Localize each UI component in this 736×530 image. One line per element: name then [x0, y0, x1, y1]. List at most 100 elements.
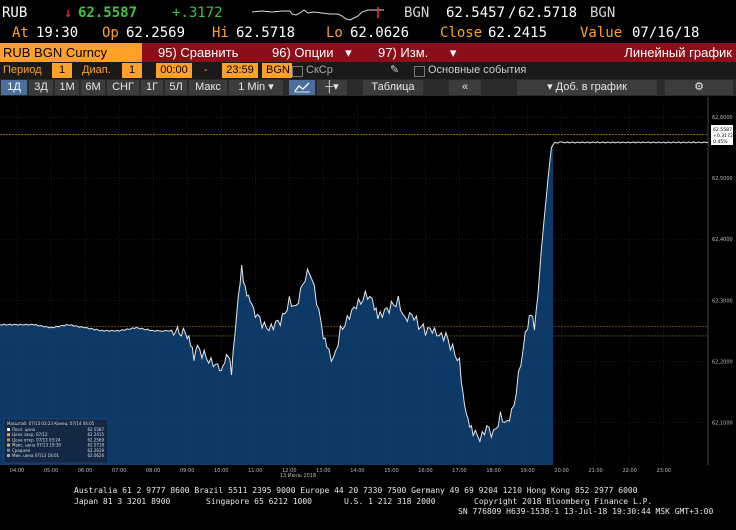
x-tick-label: 17:00: [452, 468, 466, 474]
chevron-down-icon: ▾: [345, 45, 352, 60]
y-tick-label: 62,1000: [712, 420, 733, 426]
price-change: +.3172: [172, 5, 223, 21]
add-to-chart-button[interactable]: ▾ Доб. в график: [517, 80, 657, 95]
x-tick-label: 23:00: [657, 468, 671, 474]
bid-ask-separator: /: [508, 5, 517, 21]
sparkline: [252, 7, 384, 21]
events-checkbox[interactable]: [414, 66, 425, 77]
legend-header: Масштаб: 07/13 03:23 Конец: 07/14 04:05: [7, 421, 95, 426]
footer-japan: Japan 81 3 3201 8900: [74, 497, 171, 506]
security-field[interactable]: RUB BGN Curncy: [0, 43, 142, 62]
ask-price: 62.5718: [518, 5, 578, 21]
quote-row: RUB ↓ 62.5587 +.3172 BGN 62.5457 / 62.57…: [0, 2, 736, 24]
time-dash: -: [204, 64, 208, 76]
open-value: 62.2569: [126, 25, 186, 41]
bid-price: 62.5457: [446, 5, 506, 21]
x-tick-label: 09:00: [180, 468, 194, 474]
low-label: Lo: [326, 25, 343, 41]
x-tick-label: 14:00: [350, 468, 364, 474]
x-tick-label: 18:00: [486, 468, 500, 474]
add-to-chart-label: Доб. в график: [555, 81, 627, 93]
x-tick-label: 05:00: [44, 468, 58, 474]
time-to-field[interactable]: 23:59: [222, 63, 258, 78]
date-label: 13 Июль 2018: [280, 473, 316, 479]
footer-copyright: Copyright 2018 Bloomberg Finance L.P.: [474, 497, 653, 506]
x-tick-label: 06:00: [78, 468, 92, 474]
close-label: Close: [440, 25, 483, 41]
quote-currency-2: BGN: [590, 5, 616, 21]
range-6m-button[interactable]: 6М: [81, 80, 105, 95]
options-label: Опции: [294, 45, 334, 60]
chevron-down-icon: ▾: [547, 81, 553, 93]
chart-type-selector[interactable]: Линейный график: [598, 43, 732, 62]
range-3d-button[interactable]: 3Д: [29, 80, 53, 95]
crosshair-icon[interactable]: ┼▾: [317, 80, 347, 95]
stats-row: At 19:30 Op 62.2569 Hi 62.5718 Lo 62.062…: [0, 24, 736, 42]
source-field[interactable]: BGN: [262, 63, 292, 78]
bidask-checkbox[interactable]: [292, 66, 303, 77]
period-label: Период: [3, 64, 42, 76]
collapse-left-icon[interactable]: «: [449, 80, 481, 95]
range-1m-button[interactable]: 1М: [55, 80, 79, 95]
interval-dropdown[interactable]: 1 Min ▾: [229, 80, 283, 95]
pencil-icon[interactable]: ✎: [390, 63, 399, 78]
legend-value: 62.0626: [87, 453, 104, 458]
x-tick-label: 15:00: [384, 468, 398, 474]
x-tick-label: 11:00: [248, 468, 262, 474]
x-tick-label: 13:00: [316, 468, 330, 474]
range-label: Диап.: [82, 64, 111, 76]
last-change-pct: 0.45%: [713, 139, 728, 145]
x-tick-label: 07:00: [112, 468, 126, 474]
time-from-field[interactable]: 00:00: [156, 63, 192, 78]
line-chart-icon[interactable]: [289, 80, 315, 95]
last-price: 62.5587: [78, 5, 138, 21]
last-value: 62.5587: [713, 127, 732, 133]
price-chart[interactable]: 62,6000 62,5000 62,4000 62,3000 62,2000 62,10…: [0, 97, 736, 483]
x-tick-label: 10:00: [214, 468, 228, 474]
x-tick-label: 21:00: [588, 468, 602, 474]
range-ytd-button[interactable]: СНГ: [107, 80, 139, 95]
function-bar: RUB BGN Curncy 95) Сравнить 96) Опции ▾ …: [0, 43, 736, 62]
options-menu[interactable]: 96) Опции ▾: [272, 43, 362, 62]
edit-number: 97): [378, 45, 397, 60]
compare-label: Сравнить: [180, 45, 239, 60]
x-tick-label: 20:00: [554, 468, 568, 474]
close-value: 62.2415: [488, 25, 548, 41]
high-value: 62.5718: [236, 25, 296, 41]
y-tick-label: 62,6000: [712, 115, 733, 121]
interval-value: 1 Min: [238, 81, 266, 93]
footer-session: SN 776809 H639-1538-1 13-Jul-18 19:30:44…: [458, 507, 714, 516]
range-1d-button[interactable]: 1Д: [1, 80, 27, 95]
range-field[interactable]: 1: [122, 63, 142, 78]
edit-label: Изм.: [400, 45, 429, 60]
legend-swatch: [7, 443, 10, 447]
period-field[interactable]: 1: [52, 63, 72, 78]
security-name: RUB BGN Curncy: [3, 45, 108, 60]
range-1y-button[interactable]: 1Г: [141, 80, 163, 95]
chevron-down-icon: ▾: [449, 45, 457, 60]
y-tick-label: 62,5000: [712, 176, 733, 182]
legend-swatch: [7, 438, 10, 442]
last-change: +0.3172: [713, 133, 733, 139]
y-tick-label: 62,3000: [712, 298, 733, 304]
y-tick-label: 62,2000: [712, 359, 733, 365]
chart-toolbar: 1Д 3Д 1М 6М СНГ 1Г 5Л Макс 1 Min ▾ ┼▾ Та…: [0, 79, 736, 96]
ticker[interactable]: RUB: [2, 5, 27, 21]
compare-menu[interactable]: 95) Сравнить: [158, 43, 268, 62]
table-button[interactable]: Таблица: [363, 80, 423, 95]
legend: Масштаб: 07/13 03:23 Конец: 07/14 04:05 …: [3, 418, 109, 464]
gear-icon[interactable]: ⚙: [665, 80, 733, 95]
value-date: 07/16/18: [632, 25, 700, 41]
last-value-box: 62.5587 +0.3172 0.45%: [711, 125, 733, 145]
range-5y-button[interactable]: 5Л: [165, 80, 187, 95]
range-max-button[interactable]: Макс: [189, 80, 227, 95]
legend-swatch: [7, 448, 10, 452]
bidask-label: СкСр: [306, 64, 333, 76]
footer-us: U.S. 1 212 318 2000: [344, 497, 436, 506]
edit-menu[interactable]: 97) Изм. ▾: [378, 43, 458, 62]
value-label: Value: [580, 25, 623, 41]
footer: Australia 61 2 9777 8600 Brazil 5511 239…: [0, 486, 736, 530]
at-value: 19:30: [36, 25, 79, 41]
legend-label: Мин. цена 07/13 18:01: [12, 453, 60, 458]
compare-number: 95): [158, 45, 177, 60]
